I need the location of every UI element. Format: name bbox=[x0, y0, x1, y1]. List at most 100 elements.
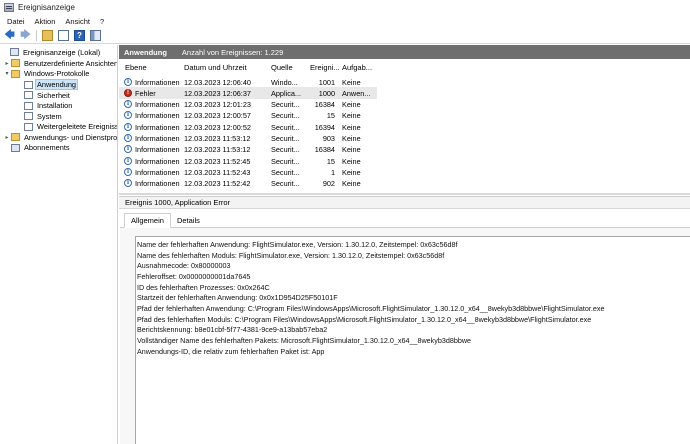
cell-task: Keine bbox=[342, 156, 361, 166]
toolbar-separator bbox=[36, 30, 37, 41]
cell-task: Anwen... bbox=[342, 88, 371, 98]
info-icon: i bbox=[124, 156, 132, 165]
cell-task: Keine bbox=[342, 111, 361, 121]
tree-item-root[interactable]: Ereignisanzeige (Lokal) bbox=[3, 47, 101, 58]
tree-item-installation[interactable]: Installation bbox=[17, 101, 73, 112]
description-line: Berichtskennung: b8e01cbf-5f77-4381-9ce9… bbox=[137, 325, 328, 335]
column-header-date[interactable]: Datum und Uhrzeit bbox=[184, 63, 247, 72]
cell-task: Keine bbox=[342, 100, 361, 110]
cell-event-id: 16384 bbox=[314, 145, 335, 155]
tree-item-system[interactable]: System bbox=[17, 111, 63, 122]
pane-splitter[interactable] bbox=[119, 193, 690, 195]
tree-label: System bbox=[37, 111, 62, 121]
column-header-source[interactable]: Quelle bbox=[271, 63, 293, 72]
help-icon[interactable]: ? bbox=[73, 29, 86, 42]
cell-level: Informationen bbox=[135, 167, 180, 177]
table-row[interactable]: i Informationen 12.03.2023 11:52:45 Securit… bbox=[119, 155, 377, 166]
window-title: Ereignisanzeige bbox=[18, 3, 75, 12]
properties-icon[interactable] bbox=[57, 29, 70, 42]
description-lines: Name der fehlerhaften Anwendung: FlightS… bbox=[137, 240, 690, 357]
cell-level: Informationen bbox=[135, 156, 180, 166]
cell-task: Keine bbox=[342, 134, 361, 143]
cell-event-id: 903 bbox=[322, 134, 335, 143]
cell-date: 12.03.2023 11:53:12 bbox=[184, 145, 251, 155]
computer-icon bbox=[10, 48, 19, 57]
tree-item-app-service-logs[interactable]: ▸ Anwendungs- und Dienstprot bbox=[4, 132, 118, 143]
log-icon bbox=[24, 122, 33, 131]
table-row[interactable]: i Informationen 12.03.2023 12:00:57 Securit… bbox=[119, 110, 377, 121]
forward-arrow-icon[interactable]: 🡆 bbox=[19, 29, 32, 42]
menu-ansicht[interactable]: Ansicht bbox=[65, 17, 90, 26]
log-icon bbox=[24, 101, 33, 110]
folder-icon[interactable] bbox=[41, 29, 54, 42]
tree-item-windows-logs[interactable]: ▾ Windows-Protokolle bbox=[4, 69, 90, 80]
column-header-task[interactable]: Aufgab... bbox=[342, 63, 372, 72]
tree-label: Anwendungs- und Dienstprot bbox=[24, 132, 118, 142]
table-row[interactable]: i Informationen 12.03.2023 11:52:43 Securit… bbox=[119, 166, 377, 177]
cell-level: Informationen bbox=[135, 111, 180, 121]
folder-icon bbox=[11, 133, 20, 142]
tree-label: Abonnements bbox=[24, 143, 70, 153]
tree-item-anwendung[interactable]: Anwendung bbox=[17, 79, 79, 91]
info-icon: i bbox=[124, 179, 132, 188]
console-tree: Ereignisanzeige (Lokal) ▸ Benutzerdefini… bbox=[0, 45, 118, 444]
info-icon: i bbox=[124, 134, 132, 143]
cell-source: Securit... bbox=[271, 179, 300, 189]
cell-date: 12.03.2023 12:00:57 bbox=[184, 111, 251, 121]
log-icon bbox=[24, 112, 33, 121]
event-count: Anzahl von Ereignissen: 1.229 bbox=[181, 47, 284, 57]
info-icon: i bbox=[124, 111, 132, 120]
description-line: Ausnahmecode: 0x80000003 bbox=[137, 261, 231, 271]
column-header-event-id[interactable]: Ereigni... bbox=[310, 63, 340, 72]
chevron-right-icon[interactable]: ▸ bbox=[4, 134, 10, 141]
log-icon bbox=[24, 80, 33, 89]
tree-item-subscriptions[interactable]: Abonnements bbox=[4, 143, 71, 154]
back-arrow-icon[interactable]: 🡄 bbox=[3, 29, 16, 42]
tree-item-sicherheit[interactable]: Sicherheit bbox=[17, 90, 71, 101]
menu-help[interactable]: ? bbox=[100, 17, 104, 26]
tree-label: Benutzerdefinierte Ansichten bbox=[24, 58, 118, 68]
menu-bar: Datei Aktion Ansicht ? bbox=[0, 15, 690, 28]
menu-datei[interactable]: Datei bbox=[7, 17, 25, 26]
menu-aktion[interactable]: Aktion bbox=[35, 17, 56, 26]
chevron-right-icon[interactable]: ▸ bbox=[4, 60, 10, 67]
folder-icon bbox=[11, 59, 20, 68]
description-line: Anwendungs-ID, die relativ zum fehlerhaf… bbox=[137, 346, 325, 356]
cell-date: 12.03.2023 11:52:43 bbox=[184, 167, 251, 177]
show-hide-pane-icon[interactable] bbox=[89, 29, 102, 42]
cell-event-id: 1001 bbox=[318, 77, 335, 87]
table-row[interactable]: i Informationen 12.03.2023 11:53:12 Securit… bbox=[119, 144, 377, 155]
description-line: Startzeit der fehlerhaften Anwendung: 0x… bbox=[137, 293, 338, 303]
cell-event-id: 15 bbox=[326, 111, 335, 121]
table-row[interactable]: i Informationen 12.03.2023 12:06:40 Windo..… bbox=[119, 76, 377, 87]
tree-item-custom-views[interactable]: ▸ Benutzerdefinierte Ansichten bbox=[4, 58, 118, 69]
cell-date: 12.03.2023 11:52:45 bbox=[184, 156, 251, 166]
table-row[interactable]: i Informationen 12.03.2023 11:53:12 Securit… bbox=[119, 133, 377, 144]
cell-event-id: 16384 bbox=[314, 100, 335, 110]
table-row[interactable]: i Informationen 12.03.2023 12:00:52 Securit… bbox=[119, 121, 377, 132]
chevron-down-icon[interactable]: ▾ bbox=[4, 70, 10, 77]
description-line: ID des fehlerhaften Prozesses: 0x0x264C bbox=[137, 282, 270, 292]
cell-source: Securit... bbox=[271, 134, 300, 143]
log-title: Anwendung bbox=[124, 47, 167, 57]
tab-details[interactable]: Details bbox=[171, 213, 206, 228]
cell-date: 12.03.2023 12:00:52 bbox=[184, 122, 251, 132]
cell-task: Keine bbox=[342, 77, 361, 87]
tree-item-forwarded-events[interactable]: Weitergeleitete Ereignisse bbox=[17, 122, 118, 133]
table-row[interactable]: ! Fehler 12.03.2023 12:06:37 Applica... 1000… bbox=[119, 87, 377, 99]
cell-source: Securit... bbox=[271, 111, 300, 121]
table-row[interactable]: i Informationen 12.03.2023 11:52:42 Securit… bbox=[119, 178, 377, 189]
tree-label: Weitergeleitete Ereignisse bbox=[37, 122, 118, 132]
event-description[interactable]: Name der fehlerhaften Anwendung: FlightS… bbox=[135, 236, 690, 444]
cell-source: Securit... bbox=[271, 156, 300, 166]
cell-task: Keine bbox=[342, 167, 361, 177]
tree-label: Installation bbox=[37, 101, 73, 111]
column-headers: Ebene Datum und Uhrzeit Quelle Ereigni..… bbox=[119, 60, 379, 74]
column-header-level[interactable]: Ebene bbox=[125, 63, 147, 72]
cell-event-id: 1 bbox=[330, 167, 335, 177]
tab-allgemein[interactable]: Allgemein bbox=[124, 213, 171, 228]
log-icon bbox=[24, 91, 33, 100]
description-line: Name des fehlerhaften Moduls: FlightSimu… bbox=[137, 250, 445, 260]
folder-icon bbox=[11, 69, 20, 78]
table-row[interactable]: i Informationen 12.03.2023 12:01:23 Securit… bbox=[119, 99, 377, 110]
